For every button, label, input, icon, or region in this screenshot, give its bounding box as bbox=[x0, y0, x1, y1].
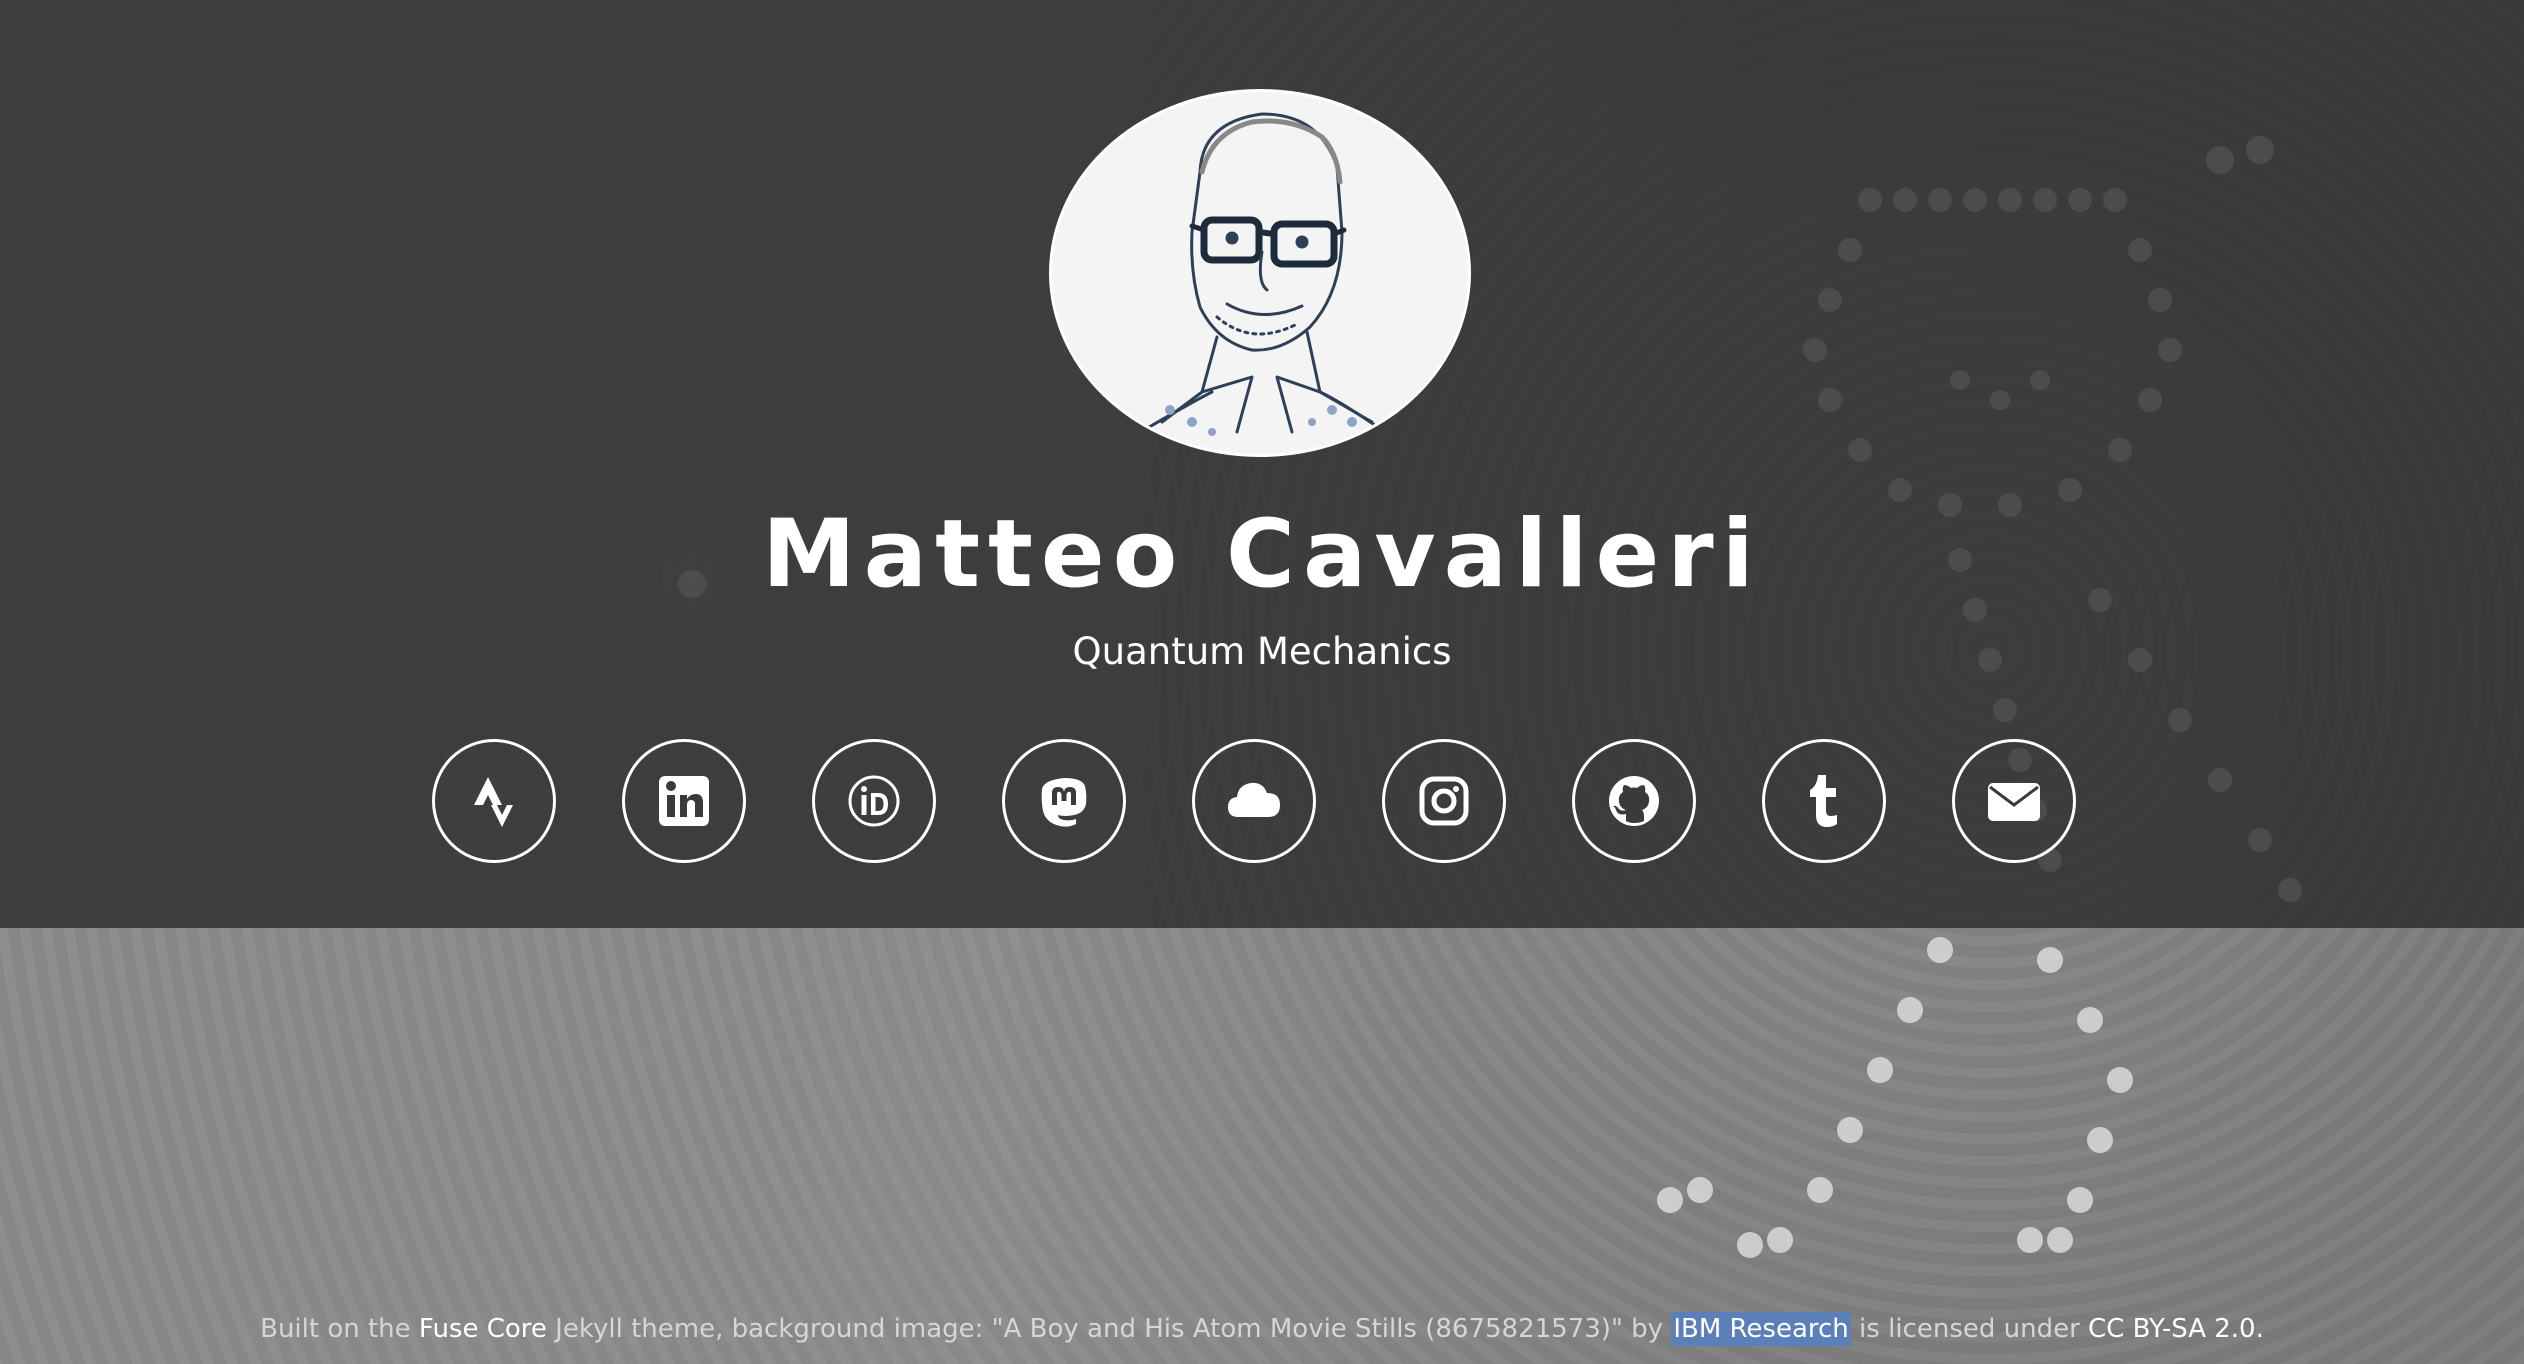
footer-credits: Built on the Fuse Core Jekyll theme, bac… bbox=[0, 1308, 2524, 1350]
footer-license-text: is licensed under bbox=[1850, 1314, 2089, 1344]
social-linkedin-button[interactable] bbox=[622, 739, 746, 863]
hero-header: Matteo Cavalleri Quantum Mechanics bbox=[0, 0, 2524, 928]
linkedin-icon bbox=[659, 776, 709, 826]
cc-by-sa-link[interactable]: CC BY-SA 2.0. bbox=[2088, 1314, 2264, 1344]
mastodon-icon bbox=[1041, 778, 1087, 827]
footer-middle: Jekyll theme, background image: "A Boy a… bbox=[546, 1314, 1672, 1344]
github-icon bbox=[1609, 776, 1659, 826]
ibm-research-link[interactable]: IBM Research bbox=[1671, 1312, 1851, 1346]
social-instagram-button[interactable] bbox=[1382, 739, 1506, 863]
envelope-icon bbox=[1988, 783, 2040, 821]
strava-icon bbox=[474, 777, 513, 827]
social-strava-button[interactable] bbox=[432, 739, 556, 863]
social-email-button[interactable] bbox=[1952, 739, 2076, 863]
profile-name: Matteo Cavalleri bbox=[762, 500, 1762, 609]
instagram-icon bbox=[1419, 776, 1469, 826]
social-tumblr-button[interactable] bbox=[1762, 739, 1886, 863]
profile-avatar bbox=[1049, 89, 1471, 457]
profile-subtitle: Quantum Mechanics bbox=[1072, 630, 1452, 673]
social-github-button[interactable] bbox=[1572, 739, 1696, 863]
tumblr-icon bbox=[1810, 775, 1837, 827]
fuse-core-link[interactable]: Fuse Core bbox=[419, 1314, 547, 1344]
social-links bbox=[432, 739, 2082, 869]
footer-prefix: Built on the bbox=[260, 1314, 419, 1344]
cloud-icon bbox=[1228, 782, 1280, 817]
social-orcid-button[interactable] bbox=[812, 739, 936, 863]
orcid-icon bbox=[848, 775, 900, 827]
portrait-sketch-icon bbox=[1052, 92, 1468, 454]
social-mastodon-button[interactable] bbox=[1002, 739, 1126, 863]
social-cloud-button[interactable] bbox=[1192, 739, 1316, 863]
